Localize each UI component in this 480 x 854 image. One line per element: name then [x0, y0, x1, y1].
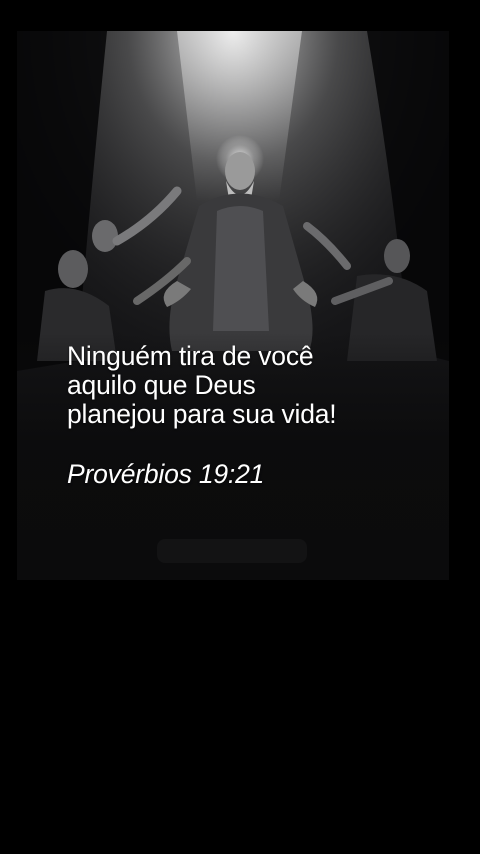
background-artwork — [17, 31, 449, 580]
quote-reference: Provérbios 19:21 — [67, 459, 265, 489]
post-card: Ninguém tira de você aquilo que Deus pla… — [17, 31, 449, 580]
empty-dark-area — [0, 580, 480, 854]
quote-text: Ninguém tira de você aquilo que Deus pla… — [67, 341, 337, 429]
